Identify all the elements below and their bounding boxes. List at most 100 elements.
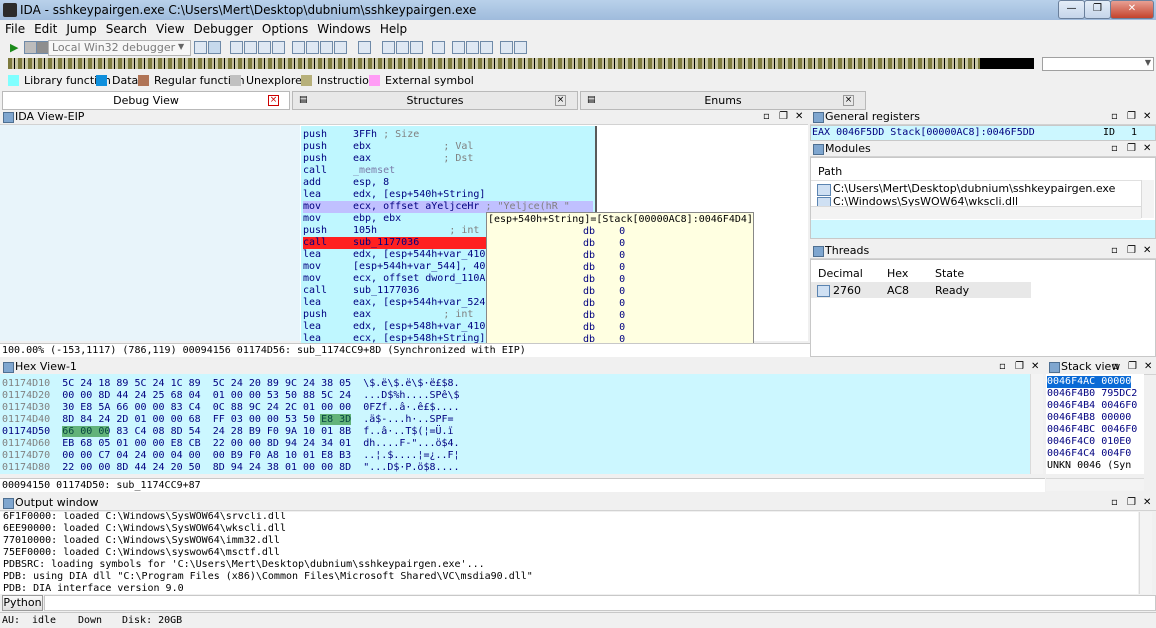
close-icon[interactable]: ✕	[795, 110, 803, 124]
attach-icon[interactable]	[194, 41, 207, 54]
module-item[interactable]: C:\Users\Mert\Desktop\dubnium\sshkeypair…	[833, 182, 1115, 195]
menu-windows[interactable]: Windows	[312, 21, 375, 36]
command-input[interactable]	[44, 595, 1156, 611]
instruction-trace-icon[interactable]	[306, 41, 319, 54]
modules-column-path[interactable]: Path	[818, 165, 842, 178]
close-button[interactable]: ✕	[1110, 0, 1154, 19]
float-icon[interactable]: ❐	[779, 110, 788, 124]
detach-icon[interactable]	[208, 41, 221, 54]
threads-column-hex[interactable]: Hex	[887, 267, 908, 280]
threads-panel[interactable]: Decimal Hex State 2760 AC8 Ready	[810, 259, 1156, 357]
modules-panel[interactable]: Path C:\Users\Mert\Desktop\dubnium\sshke…	[810, 157, 1156, 239]
maximize-button[interactable]: ❐	[1084, 0, 1111, 19]
stack-row[interactable]: UNKN 0046 (Syn	[1047, 460, 1131, 472]
menu-options[interactable]: Options	[257, 21, 312, 36]
tab-enums[interactable]: ▤ Enums ×	[580, 91, 866, 110]
tab-structures[interactable]: ▤ Structures ×	[292, 91, 578, 110]
hex-row[interactable]: 01174D20 00 00 8D 44 24 25 68 04 01 00 0…	[2, 390, 460, 401]
close-icon[interactable]: ×	[268, 95, 279, 106]
close-icon[interactable]: ✕	[1143, 142, 1151, 156]
menu-edit[interactable]: Edit	[29, 21, 61, 36]
list-filter-icon[interactable]	[480, 41, 493, 54]
run-until-return-icon[interactable]	[272, 41, 285, 54]
stack-trace-icon[interactable]	[334, 41, 347, 54]
list-icon[interactable]	[452, 41, 465, 54]
close-icon[interactable]: ✕	[1031, 360, 1039, 374]
float-icon[interactable]: ❐	[1015, 360, 1024, 374]
menu-debugger[interactable]: Debugger	[189, 21, 257, 36]
stack-row[interactable]: 0046F4B8 00000	[1047, 412, 1131, 424]
minimize-icon[interactable]: ▫	[1111, 110, 1118, 124]
stack-row[interactable]: 0046F4C4 004F0	[1047, 448, 1131, 460]
modules-icon[interactable]	[396, 41, 409, 54]
function-trace-icon[interactable]	[320, 41, 333, 54]
navigation-band-select[interactable]: ▼	[1042, 57, 1154, 71]
asm-line[interactable]: add esp, 8	[303, 177, 593, 189]
minimize-icon[interactable]: ▫	[1112, 360, 1119, 374]
close-icon[interactable]: ×	[843, 95, 854, 106]
minimize-icon[interactable]: ▫	[1111, 142, 1118, 156]
graph-icon[interactable]	[500, 41, 513, 54]
thread-row[interactable]: 2760 AC8 Ready	[811, 282, 1031, 298]
stack-row[interactable]: 0046F4C0 010E0	[1047, 436, 1131, 448]
navigation-band[interactable]	[8, 58, 1034, 69]
threads-column-state[interactable]: State	[935, 267, 964, 280]
minimize-button[interactable]: —	[1058, 0, 1085, 19]
menu-help[interactable]: Help	[375, 21, 411, 36]
hex-row[interactable]: 01174D70 00 00 C7 04 24 00 04 00 00 B9 F…	[2, 450, 460, 461]
start-process-icon[interactable]: ▶	[10, 41, 18, 54]
watch-icon[interactable]	[382, 41, 395, 54]
asm-line[interactable]: push 3FFh ; Size	[303, 129, 593, 141]
tab-debug-view[interactable]: Debug View ×	[2, 91, 290, 110]
close-icon[interactable]: ✕	[1143, 496, 1151, 510]
asm-line[interactable]: push ebx ; Val	[303, 141, 593, 153]
flag-id-value[interactable]: 1	[1131, 127, 1137, 138]
hex-row[interactable]: 01174D10 5C 24 18 89 5C 24 1C 89 5C 24 2…	[2, 378, 460, 389]
breakpoint-icon[interactable]	[358, 41, 371, 54]
trace-icon[interactable]	[292, 41, 305, 54]
menu-jump[interactable]: Jump	[61, 21, 100, 36]
modules-vertical-scrollbar[interactable]	[1141, 180, 1154, 218]
float-icon[interactable]: ❐	[1127, 110, 1136, 124]
close-icon[interactable]: ✕	[1143, 110, 1151, 124]
step-into-icon[interactable]	[230, 41, 243, 54]
asm-line[interactable]: call _memset	[303, 165, 593, 177]
menu-view[interactable]: View	[151, 21, 188, 36]
threads-icon[interactable]	[410, 41, 423, 54]
hex-row[interactable]: 01174D60 EB 68 05 01 00 00 E8 CB 22 00 0…	[2, 438, 460, 449]
modules-horizontal-scrollbar[interactable]	[811, 206, 1141, 219]
float-icon[interactable]: ❐	[1128, 360, 1137, 374]
minimize-icon[interactable]: ▫	[1111, 244, 1118, 258]
hex-view[interactable]: 01174D10 5C 24 18 89 5C 24 1C 89 5C 24 2…	[0, 374, 1043, 474]
debugger-select[interactable]: Local Win32 debugger	[48, 40, 191, 56]
graph-overview-icon[interactable]	[514, 41, 527, 54]
threads-column-decimal[interactable]: Decimal	[818, 267, 863, 280]
asm-line[interactable]: push eax ; Dst	[303, 153, 593, 165]
menu-search[interactable]: Search	[101, 21, 151, 36]
close-icon[interactable]: ×	[555, 95, 566, 106]
segments-icon[interactable]	[432, 41, 445, 54]
stack-horizontal-scrollbar[interactable]	[1046, 478, 1144, 491]
stack-row[interactable]: 0046F4BC 0046F0	[1047, 424, 1137, 436]
minimize-icon[interactable]: ▫	[763, 110, 770, 124]
graph-area[interactable]	[0, 125, 300, 341]
close-icon[interactable]: ✕	[1143, 244, 1151, 258]
hex-vertical-scrollbar[interactable]	[1030, 374, 1043, 474]
python-button[interactable]: Python	[2, 595, 43, 611]
register-eax[interactable]: EAX 0046F5DD Stack[00000AC8]:0046F5DD	[812, 127, 1035, 138]
stack-row[interactable]: 0046F4B4 0046F0	[1047, 400, 1137, 412]
close-icon[interactable]: ✕	[1144, 360, 1152, 374]
minimize-icon[interactable]: ▫	[1111, 496, 1118, 510]
list-sort-icon[interactable]	[466, 41, 479, 54]
stack-row[interactable]: 0046F4B0 795DC2	[1047, 388, 1137, 400]
chevron-down-icon[interactable]: ▼	[178, 42, 184, 51]
run-to-cursor-icon[interactable]	[258, 41, 271, 54]
float-icon[interactable]: ❐	[1127, 496, 1136, 510]
output-vertical-scrollbar[interactable]	[1139, 512, 1152, 594]
hex-row[interactable]: 01174D40 8D 84 24 2D 01 00 00 68 FF 03 0…	[2, 414, 454, 425]
output-window[interactable]: 6F1F0000: loaded C:\Windows\SysWOW64\srv…	[0, 512, 1138, 594]
menu-file[interactable]: File	[0, 21, 29, 36]
minimize-icon[interactable]: ▫	[999, 360, 1006, 374]
float-icon[interactable]: ❐	[1127, 244, 1136, 258]
hex-row[interactable]: 01174D30 30 E8 5A 66 00 00 83 C4 0C 88 9…	[2, 402, 460, 413]
